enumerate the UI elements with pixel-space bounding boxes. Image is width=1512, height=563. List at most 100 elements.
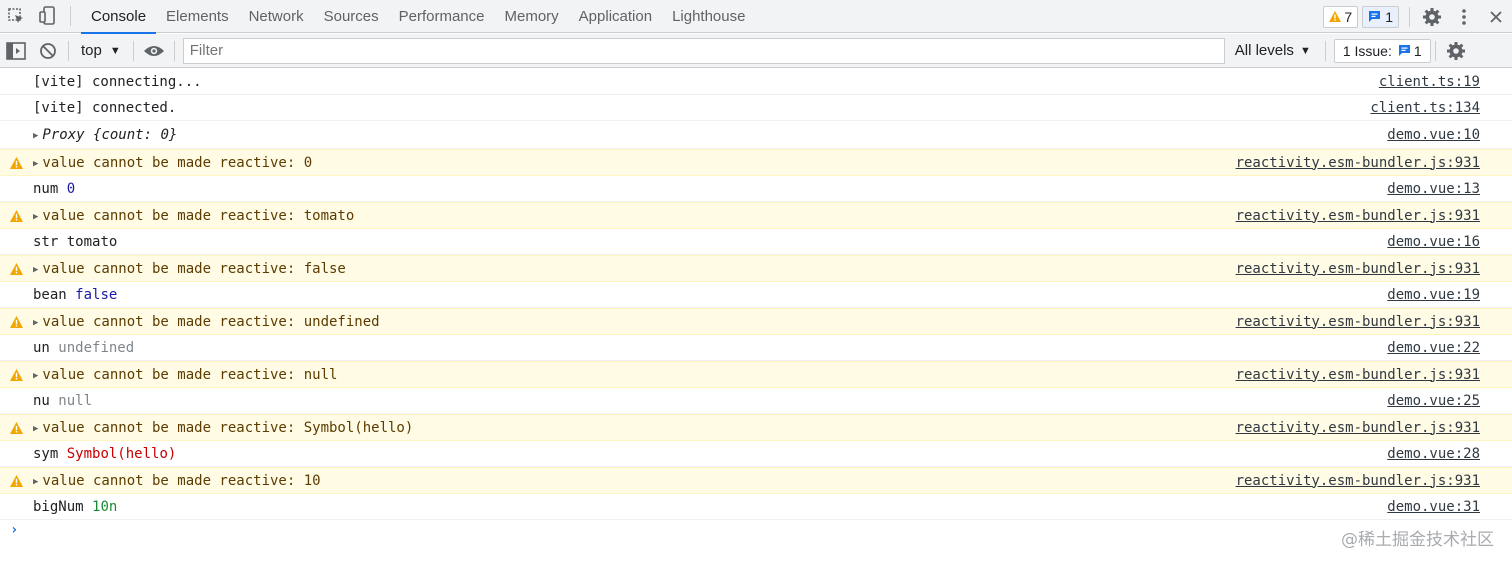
message-text: [vite] connected. <box>33 100 1512 116</box>
log-value: 0 <box>66 180 76 197</box>
console-log-row: un undefined demo.vue:22 <box>0 335 1512 361</box>
source-link[interactable]: reactivity.esm-bundler.js:931 <box>1236 261 1480 277</box>
issues-button[interactable]: 1 Issue: 1 <box>1333 38 1431 63</box>
warning-icon <box>10 368 23 381</box>
source-link[interactable]: reactivity.esm-bundler.js:931 <box>1236 420 1480 436</box>
context-label: top <box>81 42 102 59</box>
message-icon <box>1368 10 1381 23</box>
console-prompt-chevron-icon[interactable]: › <box>10 522 18 538</box>
row-gutter <box>0 176 33 201</box>
console-log-row: bean false demo.vue:19 <box>0 282 1512 308</box>
toolbar-divider <box>1324 40 1326 61</box>
source-link[interactable]: reactivity.esm-bundler.js:931 <box>1236 314 1480 330</box>
console-log-row: num 0 demo.vue:13 <box>0 176 1512 202</box>
warning-icon <box>10 315 23 328</box>
log-key: bean <box>33 286 67 303</box>
log-value: undefined <box>58 339 135 356</box>
console-log-row: sym Symbol(hello) demo.vue:28 <box>0 441 1512 467</box>
log-value: Symbol(hello) <box>66 445 177 462</box>
source-link[interactable]: demo.vue:31 <box>1387 499 1480 515</box>
source-link[interactable]: reactivity.esm-bundler.js:931 <box>1236 208 1480 224</box>
sidebar-toggle-icon[interactable] <box>0 34 32 68</box>
row-gutter <box>0 203 33 228</box>
warning-icon <box>10 156 23 169</box>
warning-icon <box>10 209 23 222</box>
warning-icon <box>10 474 23 487</box>
tab-memory[interactable]: Memory <box>495 0 569 33</box>
tab-elements[interactable]: Elements <box>156 0 239 33</box>
source-link[interactable]: reactivity.esm-bundler.js:931 <box>1236 155 1480 171</box>
source-link[interactable]: demo.vue:28 <box>1387 446 1480 462</box>
inspect-element-icon[interactable] <box>0 0 32 33</box>
log-key: sym <box>33 445 59 462</box>
object-preview: {count: 0} <box>93 126 178 143</box>
message-text: sym Symbol(hello) <box>33 446 1512 462</box>
tab-performance[interactable]: Performance <box>389 0 495 33</box>
device-toolbar-icon[interactable] <box>32 0 64 33</box>
live-expression-eye-icon[interactable] <box>138 34 170 68</box>
source-link[interactable]: demo.vue:10 <box>1387 127 1480 143</box>
close-devtools-icon[interactable] <box>1480 0 1512 33</box>
expand-triangle-icon[interactable]: ▶ <box>33 212 38 222</box>
log-key: str <box>33 233 59 250</box>
warning-text: value cannot be made reactive: Symbol(he… <box>42 419 414 436</box>
toolbar-divider <box>173 40 175 61</box>
expand-triangle-icon[interactable]: ▶ <box>33 265 38 275</box>
messages-counter[interactable]: 1 <box>1362 5 1399 28</box>
expand-triangle-icon[interactable]: ▶ <box>33 371 38 381</box>
settings-gear-icon[interactable] <box>1416 0 1448 33</box>
source-link[interactable]: reactivity.esm-bundler.js:931 <box>1236 473 1480 489</box>
log-key: num <box>33 180 59 197</box>
source-link[interactable]: client.ts:19 <box>1379 74 1480 90</box>
panel-tabs: Console Elements Network Sources Performance… <box>81 0 755 34</box>
context-selector[interactable]: top ▼ <box>73 42 129 59</box>
tab-lighthouse[interactable]: Lighthouse <box>662 0 755 33</box>
tab-sources[interactable]: Sources <box>314 0 389 33</box>
tab-console[interactable]: Console <box>81 0 157 34</box>
log-value: tomato <box>66 233 118 250</box>
console-warning-row: ▶ value cannot be made reactive: false rea… <box>0 255 1512 282</box>
expand-triangle-icon[interactable]: ▶ <box>33 424 38 434</box>
source-link[interactable]: demo.vue:16 <box>1387 234 1480 250</box>
expand-triangle-icon[interactable]: ▶ <box>33 318 38 328</box>
warning-icon <box>10 262 23 275</box>
clear-console-icon[interactable] <box>32 34 64 68</box>
row-gutter <box>0 494 33 519</box>
warnings-counter[interactable]: 7 <box>1323 5 1359 28</box>
source-link[interactable]: demo.vue:22 <box>1387 340 1480 356</box>
row-gutter <box>0 415 33 440</box>
console-messages: [vite] connecting... client.ts:19 [vite] c… <box>0 69 1512 520</box>
row-gutter <box>0 229 33 254</box>
row-gutter <box>0 388 33 413</box>
issues-count: 1 <box>1413 42 1422 59</box>
source-link[interactable]: reactivity.esm-bundler.js:931 <box>1236 367 1480 383</box>
console-settings-gear-icon[interactable] <box>1440 34 1472 68</box>
warnings-count: 7 <box>1344 8 1353 25</box>
expand-triangle-icon[interactable]: ▶ <box>33 477 38 487</box>
log-levels-dropdown[interactable]: All levels ▼ <box>1225 42 1321 59</box>
expand-triangle-icon[interactable]: ▶ <box>33 159 38 169</box>
tab-network[interactable]: Network <box>239 0 314 33</box>
console-warning-row: ▶ value cannot be made reactive: 10 reacti… <box>0 467 1512 494</box>
tab-application[interactable]: Application <box>569 0 662 33</box>
warning-text: value cannot be made reactive: tomato <box>42 207 355 224</box>
warning-text: value cannot be made reactive: undefined <box>42 313 380 330</box>
more-options-icon[interactable] <box>1448 0 1480 33</box>
console-warning-row: ▶ value cannot be made reactive: Symbol(h… <box>0 414 1512 441</box>
row-gutter <box>0 69 33 94</box>
row-gutter <box>0 95 33 120</box>
object-label: Proxy <box>42 126 85 143</box>
source-link[interactable]: demo.vue:25 <box>1387 393 1480 409</box>
row-gutter <box>0 150 33 175</box>
console-warning-row: ▶ value cannot be made reactive: null reac… <box>0 361 1512 388</box>
message-text: nu null <box>33 393 1512 409</box>
caret-down-icon: ▼ <box>1299 44 1311 57</box>
filter-input[interactable] <box>182 37 1225 64</box>
source-link[interactable]: demo.vue:19 <box>1387 287 1480 303</box>
message-text: num 0 <box>33 181 1512 197</box>
source-link[interactable]: demo.vue:13 <box>1387 181 1480 197</box>
expand-triangle-icon[interactable]: ▶ <box>33 131 38 141</box>
source-link[interactable]: client.ts:134 <box>1370 100 1480 116</box>
message-text: bigNum 10n <box>33 499 1512 515</box>
warning-text: value cannot be made reactive: null <box>42 366 338 383</box>
